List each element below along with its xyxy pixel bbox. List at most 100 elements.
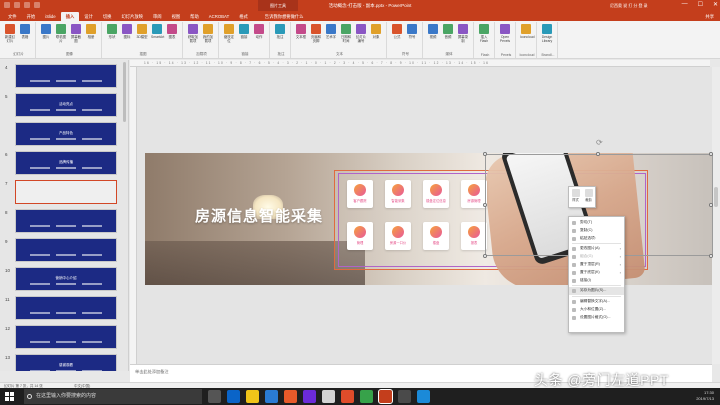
style-icon[interactable] <box>571 189 580 197</box>
illustrator-icon[interactable] <box>284 390 297 403</box>
slide-thumbnail[interactable]: 8 <box>5 209 117 233</box>
edge-browser-icon[interactable] <box>227 390 240 403</box>
feature-tile[interactable]: 智能采集 <box>385 180 411 208</box>
ribbon-button[interactable]: 缩放定位 <box>223 24 235 43</box>
notes-placeholder[interactable]: 单击此处添加备注 <box>135 369 169 375</box>
thumbnail-scrollbar[interactable] <box>123 62 126 122</box>
ribbon-button[interactable]: 幻灯片编号 <box>355 24 367 43</box>
resize-handle[interactable] <box>709 254 713 258</box>
ribbon-button[interactable]: 联机图片 <box>55 24 67 43</box>
feature-tile[interactable]: 楼盘 <box>423 222 449 250</box>
context-menu-item[interactable]: 设置图片格式(O)... <box>569 314 624 322</box>
share-button[interactable]: 共享 <box>705 12 714 21</box>
tab-8[interactable]: 视图 <box>167 12 186 21</box>
tab-6[interactable]: 幻灯片放映 <box>116 12 147 21</box>
context-menu-item[interactable]: 编辑替换文字(A)... <box>569 298 624 306</box>
feature-tile[interactable]: 楼盘定位信息 <box>423 180 449 208</box>
slide-thumbnail[interactable]: 4 <box>5 64 117 88</box>
redo-icon[interactable] <box>24 2 30 8</box>
after-effects-icon[interactable] <box>303 390 316 403</box>
close-button[interactable]: ✕ <box>713 1 718 8</box>
slide-thumbnail-pane[interactable]: 4 5 活动亮点 产品特色 6 品牌传播 7 8 9 10 营销中心介绍 11 12 13 感谢观看 <box>0 60 129 371</box>
ribbon-button[interactable]: 页眉和页脚 <box>310 24 322 43</box>
ribbon-button[interactable]: 形状 <box>106 24 118 39</box>
user-account[interactable]: 尼西奥 说 打 分 登 录 <box>610 0 648 11</box>
ribbon-button[interactable]: 表格 <box>19 24 31 43</box>
tab-7[interactable]: 审阅 <box>148 12 167 21</box>
ribbon-button[interactable]: 新建幻灯片 <box>4 24 16 43</box>
app-icon[interactable] <box>341 390 354 403</box>
tell-me-search[interactable]: 告诉我你想要做什么 <box>259 12 310 21</box>
tab-3[interactable]: 插入 <box>60 12 80 21</box>
ribbon-button[interactable]: 日期和时间 <box>340 24 352 43</box>
tab-11[interactable]: 格式 <box>234 12 253 21</box>
tab-1[interactable]: 开始 <box>22 12 41 21</box>
photoshop-icon[interactable] <box>265 390 278 403</box>
chrome-icon[interactable] <box>322 390 335 403</box>
ribbon-button[interactable]: 相册 <box>85 24 97 43</box>
ribbon-button[interactable]: 音频 <box>442 24 454 43</box>
context-menu-item[interactable]: 另存为图片(S)... <box>569 287 624 296</box>
file-explorer-icon[interactable] <box>246 390 259 403</box>
context-menu-item[interactable]: 置于顶层(R) › <box>569 261 624 269</box>
taskbar-search-box[interactable]: 在这里输入你要搜索的内容 <box>24 389 202 404</box>
slide-thumbnail[interactable]: 10 营销中心介绍 <box>5 267 117 291</box>
undo-icon[interactable] <box>14 2 20 8</box>
ribbon-button[interactable]: SmartArt <box>151 24 164 39</box>
ribbon-button[interactable]: 文本框 <box>295 24 307 43</box>
resize-handle[interactable] <box>483 152 487 156</box>
ribbon-button[interactable]: 动作 <box>253 24 265 43</box>
ribbon-button[interactable]: 我的加载项 <box>202 24 214 43</box>
context-menu-item[interactable]: 大小和位置(Z)... <box>569 306 624 314</box>
tab-2[interactable]: iSlide <box>40 12 61 21</box>
ribbon-button[interactable]: 获取加载项 <box>187 24 199 43</box>
ribbon-button[interactable]: 符号 <box>406 24 418 39</box>
app-icon-2[interactable] <box>398 390 411 403</box>
resize-handle[interactable] <box>483 254 487 258</box>
task-view-icon[interactable] <box>208 390 221 403</box>
style-button-label[interactable]: 样式 <box>572 197 579 202</box>
context-menu-item[interactable]: 链接(I) <box>569 277 624 285</box>
slide-thumbnail[interactable]: 9 <box>5 238 117 262</box>
minimize-button[interactable]: — <box>682 1 688 8</box>
slide-headline[interactable]: 房源信息智能采集 <box>195 205 323 226</box>
tab-0[interactable]: 文件 <box>3 12 22 21</box>
context-menu-item[interactable]: 置于底层(K) › <box>569 269 624 277</box>
ribbon-button[interactable]: 3D模型 <box>136 24 148 39</box>
ribbon-button[interactable]: 批注 <box>274 24 286 39</box>
tab-9[interactable]: 帮助 <box>185 12 204 21</box>
ribbon-button[interactable]: Design Library <box>541 24 553 43</box>
feature-tile[interactable]: 报表 <box>461 222 487 250</box>
ribbon-button[interactable]: 图表 <box>166 24 178 39</box>
powerpoint-taskbar-icon[interactable] <box>378 389 393 404</box>
crop-button-label[interactable]: 裁剪 <box>585 197 592 202</box>
save-icon[interactable] <box>4 2 10 8</box>
ribbon-button[interactable]: Iconcloud <box>520 24 535 39</box>
tab-4[interactable]: 设计 <box>79 12 98 21</box>
tab-10[interactable]: ACROBAT <box>204 12 234 21</box>
slide-thumbnail[interactable]: 5 活动亮点 <box>5 93 117 117</box>
app-icon-3[interactable] <box>417 390 430 403</box>
context-menu-item[interactable]: 剪切(T) <box>569 219 624 227</box>
resize-handle[interactable] <box>709 203 713 207</box>
ribbon-button[interactable]: 艺术字 <box>325 24 337 43</box>
context-menu-item[interactable]: 粘贴选项: <box>569 235 624 243</box>
ribbon-button[interactable]: 链接 <box>238 24 250 43</box>
wechat-icon[interactable] <box>360 390 373 403</box>
vertical-scrollbar[interactable] <box>712 67 720 364</box>
ribbon-button[interactable]: 图片 <box>40 24 52 43</box>
ribbon-button[interactable]: 对象 <box>370 24 382 43</box>
ribbon-button[interactable]: 视频 <box>427 24 439 43</box>
ribbon-button[interactable]: 屏幕截图 <box>70 24 82 43</box>
maximize-button[interactable]: ☐ <box>698 1 703 8</box>
feature-tile[interactable]: 管理 <box>347 222 373 250</box>
context-menu-item[interactable]: 复制(C) <box>569 227 624 235</box>
crop-icon[interactable] <box>584 189 593 197</box>
slide-thumbnail[interactable]: 13 感谢观看 <box>5 354 117 371</box>
feature-tile[interactable]: 客户跟踪 <box>347 180 373 208</box>
slide-thumbnail[interactable]: 产品特色 <box>15 122 117 146</box>
start-from-beginning-icon[interactable] <box>34 2 40 8</box>
resize-handle[interactable] <box>709 152 713 156</box>
resize-handle[interactable] <box>596 152 600 156</box>
slide-thumbnail[interactable]: 7 <box>5 180 117 204</box>
